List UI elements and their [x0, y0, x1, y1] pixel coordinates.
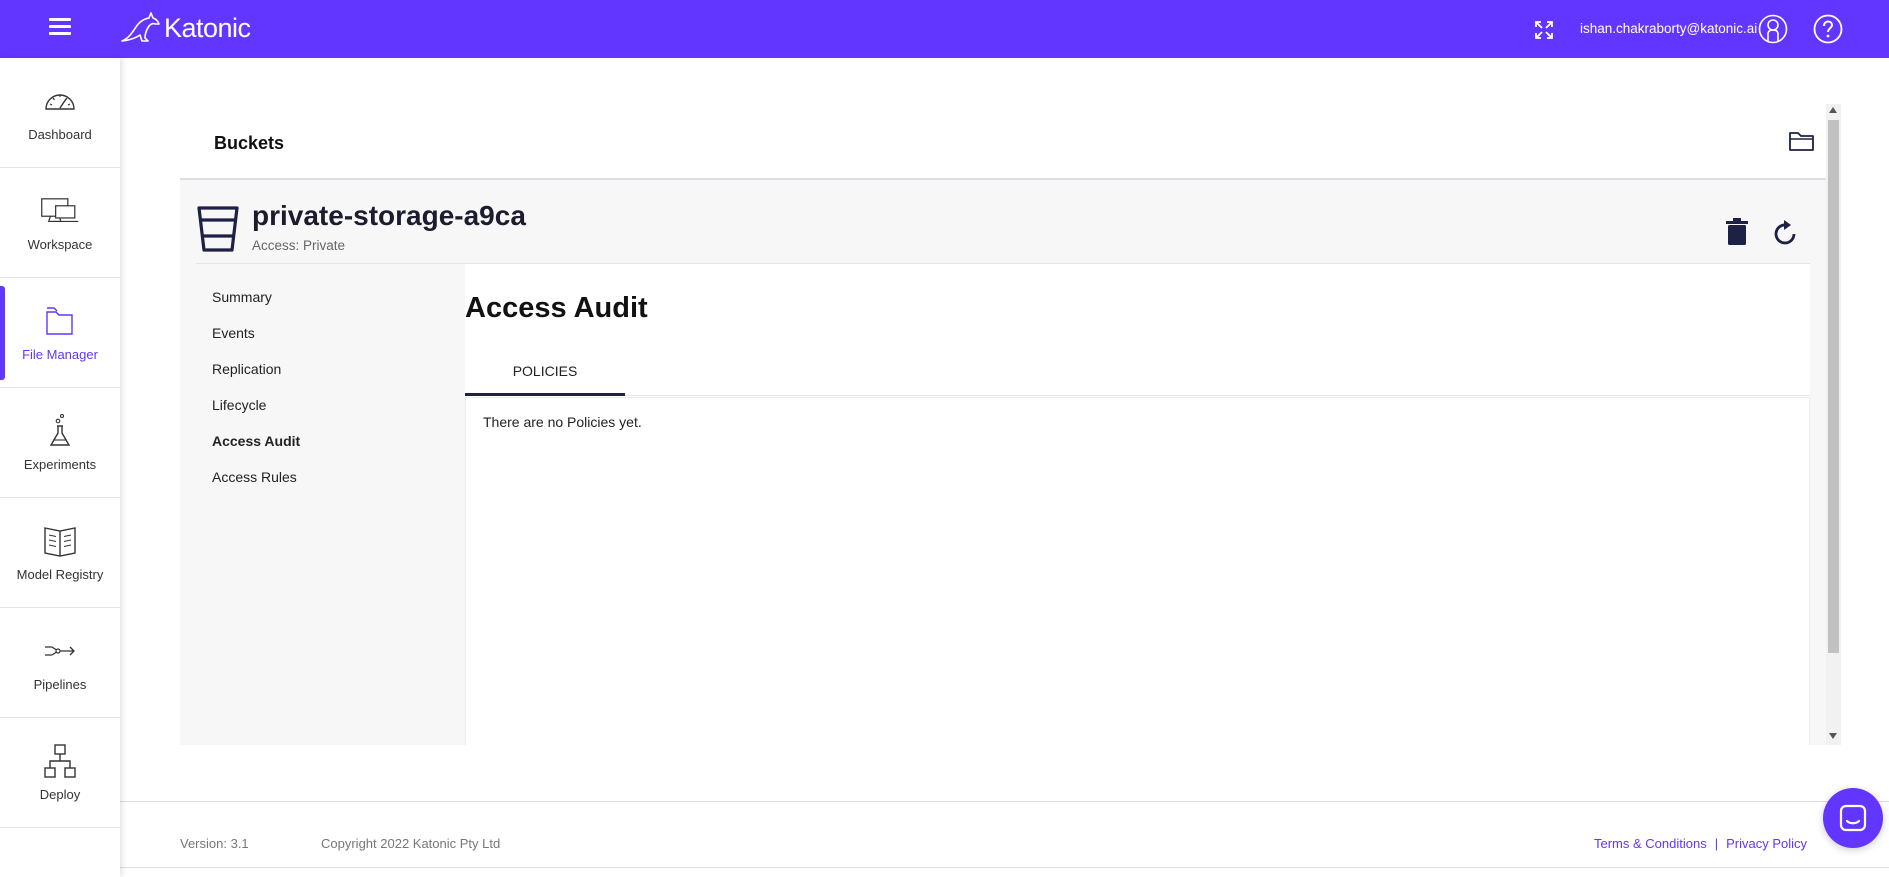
- refresh-icon[interactable]: [1772, 217, 1800, 247]
- hierarchy-icon: [40, 743, 80, 779]
- sidebar-item-model-registry[interactable]: Model Registry: [0, 498, 120, 608]
- tab-bar: POLICIES: [465, 356, 1810, 396]
- page-title: Buckets: [214, 133, 285, 153]
- folder-icon: [40, 303, 80, 339]
- book-icon: [40, 523, 80, 559]
- user-email: ishan.chakraborty@katonic.ai: [1580, 21, 1758, 36]
- help-icon[interactable]: [1813, 14, 1843, 44]
- scroll-down-arrow-icon[interactable]: [1829, 733, 1837, 739]
- terms-link[interactable]: Terms & Conditions: [1594, 836, 1707, 851]
- sidebar-item-workspace[interactable]: Workspace: [0, 168, 120, 278]
- sidebar-item-deploy[interactable]: Deploy: [0, 718, 120, 828]
- monitor-icon: [40, 193, 80, 229]
- logo-text: Katonic: [164, 12, 251, 43]
- submenu-item-events[interactable]: Events: [212, 324, 300, 360]
- sidebar-item-label: Experiments: [23, 457, 97, 472]
- scrollbar-thumb[interactable]: [1828, 120, 1839, 653]
- privacy-link[interactable]: Privacy Policy: [1726, 836, 1807, 851]
- kangaroo-logo-icon: [121, 12, 160, 42]
- bucket-submenu: Summary Events Replication Lifecycle Acc…: [212, 288, 300, 504]
- flask-icon: [40, 413, 80, 449]
- sidebar-item-label: Workspace: [27, 237, 93, 252]
- empty-message: There are no Policies yet.: [483, 414, 642, 430]
- footer-divider: [120, 801, 1889, 802]
- bucket-icon: [196, 205, 240, 253]
- bucket-name: private-storage-a9ca: [252, 200, 526, 231]
- section-title: Access Audit: [465, 292, 648, 324]
- sidebar-item-label: Dashboard: [28, 127, 92, 142]
- top-bar: Katonic ishan.chakraborty@katonic.ai: [0, 0, 1889, 58]
- sidebar-item-pipelines[interactable]: Pipelines: [0, 608, 120, 718]
- sidebar-item-experiments[interactable]: Experiments: [0, 388, 120, 498]
- submenu-item-access-audit[interactable]: Access Audit: [212, 432, 300, 468]
- copyright-text: Copyright 2022 Katonic Pty Ltd: [321, 836, 501, 851]
- submenu-item-lifecycle[interactable]: Lifecycle: [212, 396, 300, 432]
- sidebar-item-label: Pipelines: [33, 677, 87, 692]
- sidebar-item-file-manager[interactable]: File Manager: [0, 278, 120, 388]
- sidebar-item-label: Deploy: [39, 787, 81, 802]
- folder-icon[interactable]: [1788, 128, 1816, 154]
- sidebar-item-dashboard[interactable]: Dashboard: [0, 58, 120, 168]
- footer-links: Terms & Conditions | Privacy Policy: [1594, 836, 1807, 851]
- katonic-logo[interactable]: Katonic: [118, 6, 251, 50]
- sidebar-item-label: Model Registry: [16, 567, 104, 582]
- scroll-up-arrow-icon[interactable]: [1829, 107, 1837, 113]
- footer-separator: |: [1714, 836, 1719, 851]
- trash-icon[interactable]: [1724, 217, 1750, 247]
- version-text: Version: 3.1: [180, 836, 249, 851]
- user-avatar-icon[interactable]: [1758, 14, 1788, 44]
- submenu-item-access-rules[interactable]: Access Rules: [212, 468, 300, 504]
- hamburger-menu-icon[interactable]: [44, 14, 76, 44]
- pipeline-icon: [40, 633, 80, 669]
- expand-icon[interactable]: [1532, 18, 1556, 42]
- bucket-access: Access: Private: [252, 238, 346, 253]
- sidebar-item-label: File Manager: [22, 347, 98, 362]
- submenu-item-summary[interactable]: Summary: [212, 288, 300, 324]
- bottom-divider: [120, 867, 1889, 868]
- tab-policies[interactable]: POLICIES: [465, 356, 625, 396]
- vertical-scrollbar[interactable]: [1826, 104, 1841, 745]
- chat-icon[interactable]: [1823, 788, 1883, 848]
- sidebar: Dashboard Workspace File Manager Experim…: [0, 58, 120, 877]
- speedometer-icon: [40, 83, 80, 119]
- policies-panel: There are no Policies yet.: [465, 397, 1810, 745]
- submenu-item-replication[interactable]: Replication: [212, 360, 300, 396]
